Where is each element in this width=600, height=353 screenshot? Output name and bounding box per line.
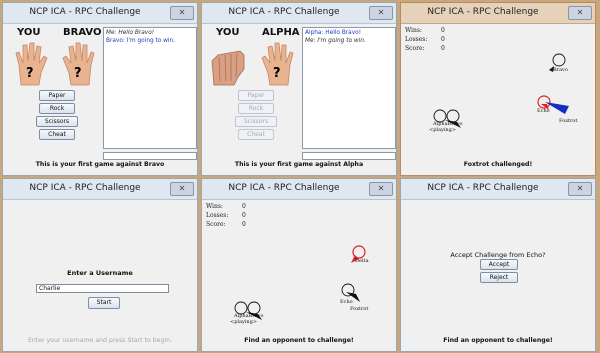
player-name-echo: Echo [537, 108, 550, 114]
losses-label: Losses: [405, 36, 428, 43]
challenge-prompt: Accept Challenge from Echo? [450, 251, 546, 259]
hand-question-icon: ? [62, 42, 95, 86]
status-text: Foxtrot challenged! [463, 161, 533, 168]
close-button[interactable]: ✕ [568, 6, 592, 20]
title-bar[interactable]: NCP ICA - RPC Challenge ✕ [401, 179, 595, 200]
scissors-button[interactable]: Scissors [36, 116, 78, 127]
svg-text:?: ? [26, 66, 34, 81]
title-bar[interactable]: NCP ICA - RPC Challenge ✕ [202, 3, 396, 24]
paper-button[interactable]: Paper [238, 90, 274, 101]
game-window-bravo: NCP ICA - RPC Challenge ✕ YOU BRAVO ? ? … [2, 2, 198, 176]
challenge-window: NCP ICA - RPC Challenge ✕ Accept Challen… [400, 178, 596, 352]
score-label: Score: [405, 45, 425, 52]
close-button[interactable]: ✕ [369, 182, 393, 196]
chat-message: Bravo: I'm going to win. [106, 38, 176, 44]
window-title: NCP ICA - RPC Challenge [228, 183, 340, 193]
chat-input[interactable] [103, 152, 197, 160]
chat-log[interactable]: Me: Hello Bravo! Bravo: I'm going to win… [103, 27, 197, 149]
status-text: Find an opponent to challenge! [443, 337, 553, 344]
player-name-bravo: Bravo [553, 67, 568, 73]
rock-button[interactable]: Rock [39, 103, 75, 114]
losses-value: 0 [242, 212, 246, 219]
title-bar[interactable]: NCP ICA - RPC Challenge ✕ [202, 179, 396, 200]
cheat-button[interactable]: Cheat [238, 129, 274, 140]
chat-input[interactable] [302, 152, 396, 160]
title-bar[interactable]: NCP ICA - RPC Challenge ✕ [401, 3, 595, 24]
you-label: YOU [17, 27, 41, 38]
wins-label: Wins: [405, 27, 422, 34]
close-button[interactable]: ✕ [369, 6, 393, 20]
opponent-label: ALPHA [262, 27, 300, 38]
game-window-alpha: NCP ICA - RPC Challenge ✕ YOU ALPHA ? Pa… [201, 2, 397, 176]
player-name-delta: Delta [355, 258, 369, 264]
playing-status: <playing> [230, 319, 258, 325]
hand-question-icon: ? [261, 42, 294, 86]
playing-status: <playing> [429, 127, 457, 133]
username-input[interactable]: Charlie [36, 284, 169, 293]
close-button[interactable]: ✕ [170, 182, 194, 196]
chat-log[interactable]: Alpha: Hello Bravo! Me: I'm going to win… [302, 27, 396, 149]
chat-message: Alpha: Hello Bravo! [305, 30, 362, 36]
svg-text:?: ? [74, 66, 82, 81]
player-marker-echo[interactable] [535, 94, 571, 120]
window-title: NCP ICA - RPC Challenge [427, 7, 539, 17]
losses-value: 0 [441, 36, 445, 43]
window-title: NCP ICA - RPC Challenge [29, 183, 141, 193]
score-value: 0 [441, 45, 445, 52]
player-name-foxtrot: Foxtrot [559, 118, 578, 124]
losses-label: Losses: [206, 212, 229, 219]
svg-text:?: ? [273, 66, 281, 81]
title-bar[interactable]: NCP ICA - RPC Challenge ✕ [3, 3, 197, 24]
window-title: NCP ICA - RPC Challenge [29, 7, 141, 17]
window-title: NCP ICA - RPC Challenge [228, 7, 340, 17]
reject-button[interactable]: Reject [480, 272, 518, 283]
wins-value: 0 [242, 203, 246, 210]
start-button[interactable]: Start [88, 297, 120, 309]
paper-button[interactable]: Paper [39, 90, 75, 101]
status-text: This is your first game against Bravo [35, 161, 165, 168]
window-title: NCP ICA - RPC Challenge [427, 183, 539, 193]
player-map[interactable]: Wins: 0 Losses: 0 Score: 0 Delta AlphaBravo… [202, 200, 396, 351]
username-prompt: Enter a Username [67, 269, 133, 277]
wins-value: 0 [441, 27, 445, 34]
player-name-foxtrot: Foxtrot [350, 306, 369, 312]
cheat-button[interactable]: Cheat [39, 129, 75, 140]
login-window: NCP ICA - RPC Challenge ✕ Enter a Userna… [2, 178, 198, 352]
status-text: This is your first game against Alpha [234, 161, 364, 168]
wins-label: Wins: [206, 203, 223, 210]
score-value: 0 [242, 221, 246, 228]
paper-hand-icon [211, 50, 245, 86]
chat-message: Me: Hello Bravo! [106, 30, 155, 36]
lobby-map-window: NCP ICA - RPC Challenge ✕ Wins: 0 Losses:… [400, 2, 596, 176]
player-map[interactable]: Wins: 0 Losses: 0 Score: 0 Bravo AlphaBravo… [401, 24, 595, 175]
player-name-echo: Echo [340, 299, 353, 305]
score-label: Score: [206, 221, 226, 228]
status-text: Find an opponent to challenge! [244, 337, 354, 344]
title-bar[interactable]: NCP ICA - RPC Challenge ✕ [3, 179, 197, 200]
opponent-label: BRAVO [63, 27, 102, 38]
close-button[interactable]: ✕ [568, 182, 592, 196]
accept-button[interactable]: Accept [480, 259, 518, 270]
you-label: YOU [216, 27, 240, 38]
chat-message: Me: I'm going to win. [305, 38, 366, 44]
close-button[interactable]: ✕ [170, 6, 194, 20]
scissors-button[interactable]: Scissors [235, 116, 277, 127]
hand-question-icon: ? [15, 42, 48, 86]
status-text: Enter your username and press Start to b… [27, 337, 173, 344]
rock-button[interactable]: Rock [238, 103, 274, 114]
lobby-map-window: NCP ICA - RPC Challenge ✕ Wins: 0 Losses:… [201, 178, 397, 352]
